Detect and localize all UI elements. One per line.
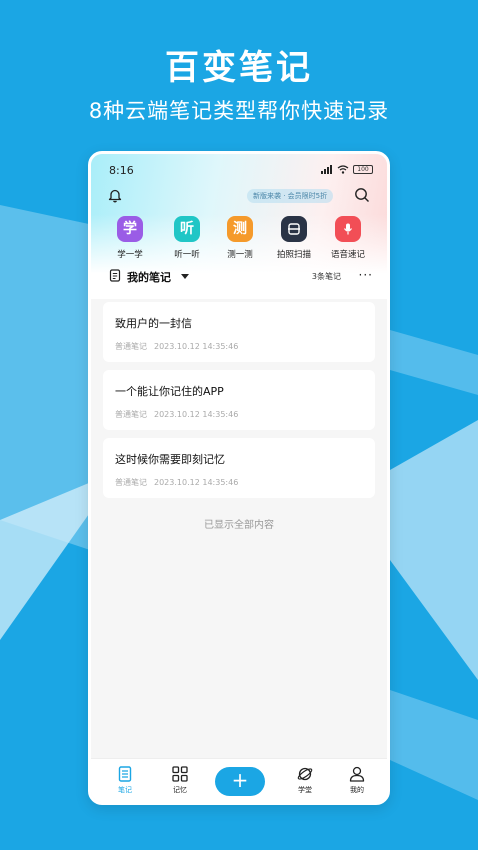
note-card[interactable]: 一个能让你记住的APP 普通笔记 2023.10.12 14:35:46 xyxy=(103,370,375,430)
scan-icon xyxy=(281,216,307,242)
promo-subtitle: 8种云端笔记类型帮你快速记录 xyxy=(88,99,390,123)
quick-action-label: 测一测 xyxy=(227,250,253,260)
quick-action-label: 听一听 xyxy=(174,250,200,260)
status-bar: 8:16 100 xyxy=(91,164,387,180)
note-count: 3条笔记 xyxy=(311,272,341,281)
phone-mockup: 8:16 100 新版来袭 · 会员限时5折 学 学一学 听 听一听 测 测一测… xyxy=(88,151,390,805)
grid-icon xyxy=(160,765,200,783)
bottom-tab-bar: 笔记 记忆 + 学堂 我的 xyxy=(91,758,387,802)
note-meta: 普通笔记 2023.10.12 14:35:46 xyxy=(115,477,238,488)
signal-icon xyxy=(321,165,332,174)
quick-action-study[interactable]: 学 学一学 xyxy=(105,216,155,260)
quick-action-scan[interactable]: 拍照扫描 xyxy=(269,216,319,260)
more-icon[interactable]: ··· xyxy=(359,268,373,282)
vip-promo-banner[interactable]: 新版来袭 · 会员限时5折 xyxy=(247,189,334,203)
notebook-bar: 我的笔记 3条笔记 ··· xyxy=(91,267,387,287)
promo-title: 百变笔记 xyxy=(165,48,313,88)
quick-action-voice[interactable]: 语音速记 xyxy=(323,216,373,260)
add-note-button[interactable]: + xyxy=(215,767,265,796)
tab-notes[interactable]: 笔记 xyxy=(105,765,145,795)
battery-icon: 100 xyxy=(353,165,373,174)
quick-action-label: 语音速记 xyxy=(330,250,365,260)
study-icon: 学 xyxy=(117,216,143,242)
note-card[interactable]: 致用户的一封信 普通笔记 2023.10.12 14:35:46 xyxy=(103,302,375,362)
notebook-icon xyxy=(109,269,121,282)
notes-icon xyxy=(105,765,145,783)
microphone-icon xyxy=(335,216,361,242)
tab-profile[interactable]: 我的 xyxy=(337,765,377,795)
notebook-selector[interactable]: 我的笔记 xyxy=(127,269,171,285)
note-date: 2023.10.12 14:35:46 xyxy=(154,342,239,351)
note-meta: 普通笔记 2023.10.12 14:35:46 xyxy=(115,341,238,352)
note-date: 2023.10.12 14:35:46 xyxy=(154,410,239,419)
note-title: 这时候你需要即刻记忆 xyxy=(115,453,225,466)
app-screen: 8:16 100 新版来袭 · 会员限时5折 学 学一学 听 听一听 测 测一测… xyxy=(91,154,387,802)
note-title: 一个能让你记住的APP xyxy=(115,385,224,398)
profile-icon xyxy=(337,765,377,783)
note-meta: 普通笔记 2023.10.12 14:35:46 xyxy=(115,409,238,420)
note-card[interactable]: 这时候你需要即刻记忆 普通笔记 2023.10.12 14:35:46 xyxy=(103,438,375,498)
search-icon[interactable] xyxy=(354,187,370,207)
quick-actions: 学 学一学 听 听一听 测 测一测 拍照扫描 语音速记 xyxy=(91,216,387,261)
tab-label: 学堂 xyxy=(298,786,312,794)
tab-label: 笔记 xyxy=(118,786,132,794)
quick-action-label: 学一学 xyxy=(117,250,143,260)
status-time: 8:16 xyxy=(109,164,134,177)
tab-memory[interactable]: 记忆 xyxy=(160,765,200,795)
quick-action-test[interactable]: 测 测一测 xyxy=(215,216,265,260)
quick-action-label: 拍照扫描 xyxy=(276,250,311,260)
listen-icon: 听 xyxy=(174,216,200,242)
note-type: 普通笔记 xyxy=(115,478,147,487)
bell-icon[interactable] xyxy=(108,188,122,207)
tab-label: 记忆 xyxy=(173,786,187,794)
planet-icon xyxy=(285,765,325,783)
test-icon: 测 xyxy=(227,216,253,242)
note-date: 2023.10.12 14:35:46 xyxy=(154,478,239,487)
list-end-text: 已显示全部内容 xyxy=(204,520,274,531)
tab-label: 我的 xyxy=(350,786,364,794)
tab-school[interactable]: 学堂 xyxy=(285,765,325,795)
note-title: 致用户的一封信 xyxy=(115,317,192,330)
note-type: 普通笔记 xyxy=(115,410,147,419)
chevron-down-icon[interactable] xyxy=(181,274,189,279)
note-type: 普通笔记 xyxy=(115,342,147,351)
wifi-icon xyxy=(337,165,349,174)
quick-action-listen[interactable]: 听 听一听 xyxy=(162,216,212,260)
